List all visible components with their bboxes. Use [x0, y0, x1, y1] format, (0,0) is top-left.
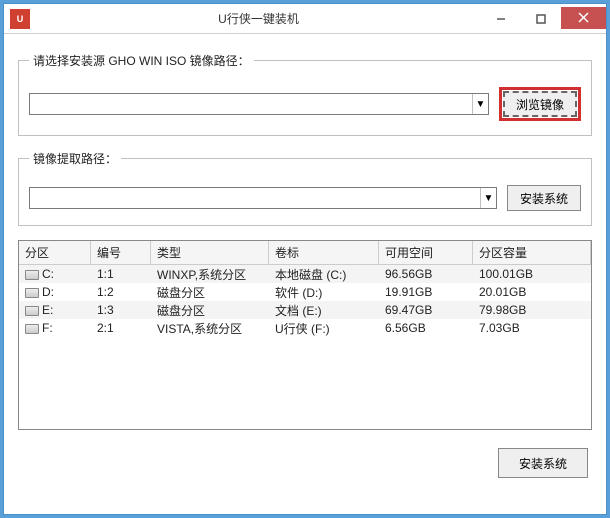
drive-icon: [25, 270, 39, 280]
th-free[interactable]: 可用空间: [379, 241, 473, 264]
window-controls: [481, 8, 606, 30]
table-row[interactable]: E:1:3磁盘分区文档 (E:)69.47GB79.98GB: [19, 301, 591, 319]
th-type[interactable]: 类型: [151, 241, 269, 264]
browse-highlight: 浏览镜像: [499, 87, 581, 121]
title-bar: U U行侠一键装机: [4, 4, 606, 34]
table-body: C:1:1WINXP,系统分区本地磁盘 (C:)96.56GB100.01GBD…: [19, 265, 591, 337]
drive-icon: [25, 288, 39, 298]
extract-groupbox: 镜像提取路径： ▼ 安装系统: [18, 150, 592, 226]
th-label[interactable]: 卷标: [269, 241, 379, 264]
table-header: 分区 编号 类型 卷标 可用空间 分区容量: [19, 241, 591, 265]
install-button-top[interactable]: 安装系统: [507, 185, 581, 211]
client-area: 请选择安装源 GHO WIN ISO 镜像路径： ▼ 浏览镜像 镜像提取路径： …: [4, 34, 606, 492]
extract-legend: 镜像提取路径：: [29, 150, 121, 167]
app-icon: U: [10, 9, 30, 29]
close-button[interactable]: [561, 7, 606, 29]
chevron-down-icon: ▼: [480, 188, 496, 208]
source-groupbox: 请选择安装源 GHO WIN ISO 镜像路径： ▼ 浏览镜像: [18, 52, 592, 136]
extract-path-combo[interactable]: ▼: [29, 187, 497, 209]
main-window: U U行侠一键装机 请选择安装源 GHO WIN ISO 镜像路径： ▼: [3, 3, 607, 515]
source-path-combo[interactable]: ▼: [29, 93, 489, 115]
source-legend: 请选择安装源 GHO WIN ISO 镜像路径：: [29, 52, 254, 69]
table-row[interactable]: F:2:1VISTA,系统分区U行侠 (F:)6.56GB7.03GB: [19, 319, 591, 337]
table-row[interactable]: C:1:1WINXP,系统分区本地磁盘 (C:)96.56GB100.01GB: [19, 265, 591, 283]
drive-icon: [25, 306, 39, 316]
browse-button[interactable]: 浏览镜像: [503, 91, 577, 117]
chevron-down-icon: ▼: [472, 94, 488, 114]
th-partition[interactable]: 分区: [19, 241, 91, 264]
window-title: U行侠一键装机: [36, 10, 481, 27]
th-number[interactable]: 编号: [91, 241, 151, 264]
partition-table: 分区 编号 类型 卷标 可用空间 分区容量 C:1:1WINXP,系统分区本地磁…: [18, 240, 592, 430]
bottom-button-row: 安装系统: [18, 448, 592, 478]
drive-icon: [25, 324, 39, 334]
table-row[interactable]: D:1:2磁盘分区软件 (D:)19.91GB20.01GB: [19, 283, 591, 301]
maximize-button[interactable]: [521, 8, 561, 30]
minimize-button[interactable]: [481, 8, 521, 30]
th-size[interactable]: 分区容量: [473, 241, 591, 264]
install-button-bottom[interactable]: 安装系统: [498, 448, 588, 478]
